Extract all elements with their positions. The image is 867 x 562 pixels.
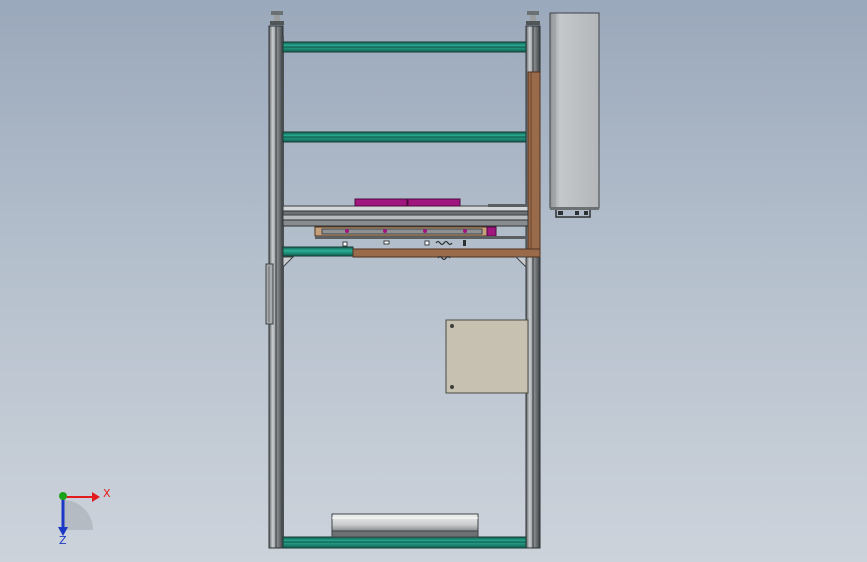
axis-z-label: Z bbox=[59, 534, 67, 547]
bottom-rail[interactable] bbox=[282, 536, 527, 549]
electrical-cabinet[interactable] bbox=[549, 12, 600, 210]
magenta-gripper-block-right[interactable] bbox=[407, 198, 461, 207]
corner-bracket-right bbox=[514, 256, 527, 269]
axis-x-label: X bbox=[103, 487, 111, 500]
leveling-foot-right[interactable] bbox=[526, 11, 540, 25]
cad-viewport[interactable]: X Z bbox=[0, 0, 867, 562]
gantry-beam[interactable] bbox=[282, 205, 529, 227]
magenta-gripper-block-left[interactable] bbox=[354, 198, 408, 207]
carriage-assembly[interactable] bbox=[314, 226, 528, 239]
top-rail[interactable] bbox=[282, 41, 527, 53]
gantry-cap bbox=[488, 204, 528, 207]
leveling-foot-left[interactable] bbox=[270, 11, 284, 25]
lower-middle-rail[interactable] bbox=[282, 246, 354, 257]
corner-bracket-left bbox=[282, 256, 295, 269]
bottom-tray[interactable] bbox=[331, 513, 479, 538]
upper-middle-rail[interactable] bbox=[282, 131, 527, 143]
coordinate-triad-icon[interactable]: X Z bbox=[58, 487, 111, 547]
brown-base-plate[interactable] bbox=[352, 248, 541, 258]
cabinet-bracket bbox=[555, 210, 591, 218]
mounting-panel[interactable] bbox=[445, 319, 529, 394]
panel-screw-icon bbox=[450, 385, 454, 389]
panel-screw-icon bbox=[450, 324, 454, 328]
side-handle[interactable] bbox=[265, 263, 274, 325]
brown-side-plate[interactable] bbox=[527, 71, 541, 257]
